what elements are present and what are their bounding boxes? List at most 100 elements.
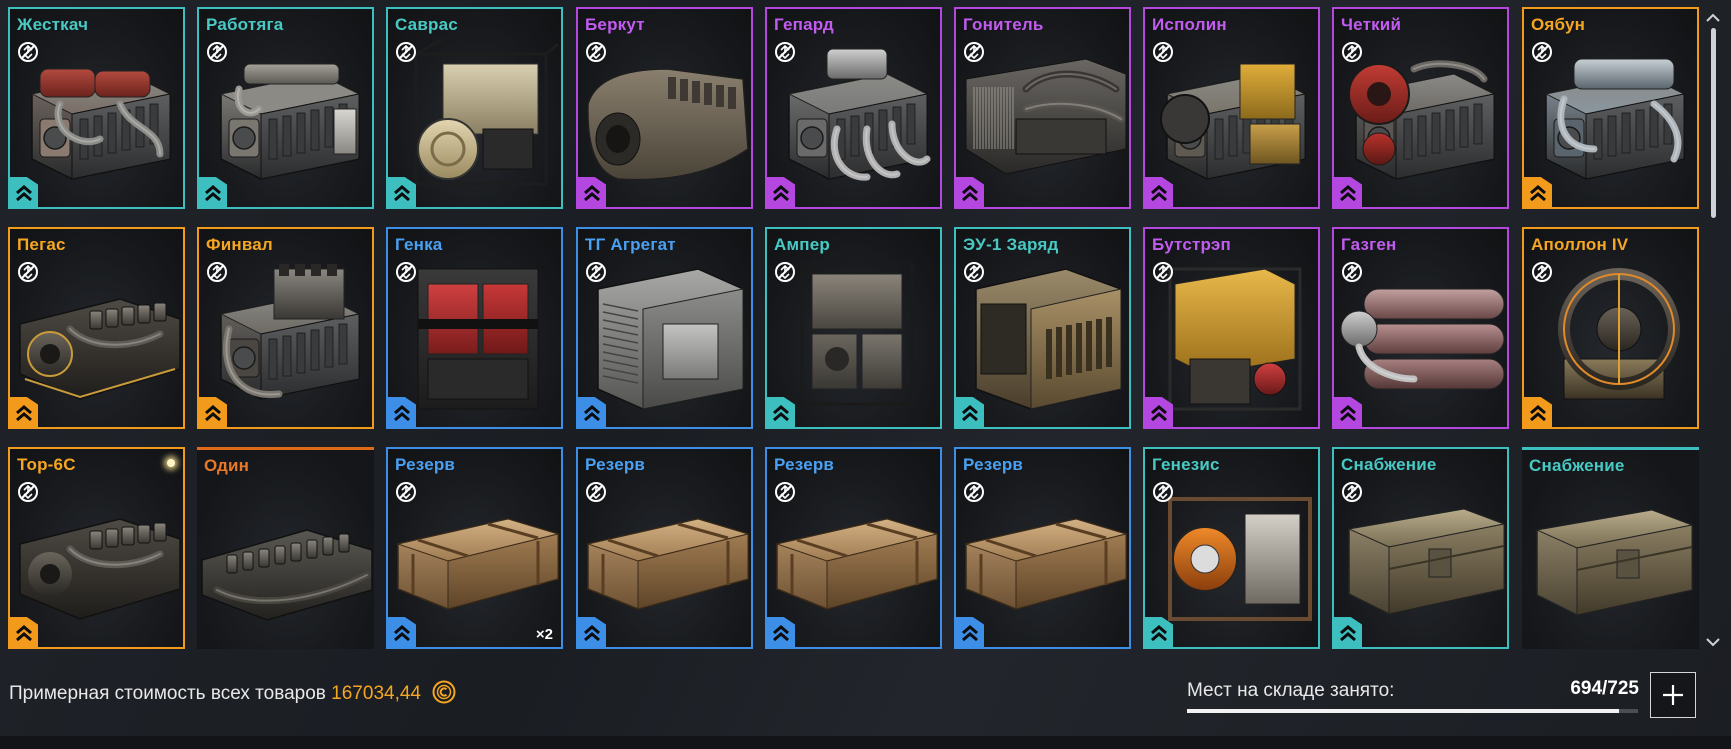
inventory-item-card[interactable]: Пегас — [8, 227, 185, 429]
storage-value: 694/725 — [1570, 678, 1639, 699]
item-name: Снабжение — [1529, 456, 1625, 475]
plus-icon — [1663, 685, 1683, 705]
no-trade-icon — [585, 481, 607, 503]
item-image — [219, 264, 361, 400]
item-name: Аполлон IV — [1531, 235, 1629, 254]
item-name: Исполин — [1152, 15, 1227, 34]
item-name: Пегас — [17, 235, 66, 254]
inventory-item-card[interactable]: Гепард — [765, 7, 942, 209]
no-trade-icon — [17, 41, 39, 63]
no-trade-icon — [1152, 261, 1174, 283]
inventory-item-card[interactable]: Снабжение — [1522, 447, 1699, 649]
item-name: Финвал — [206, 235, 273, 254]
no-trade-icon — [963, 481, 985, 503]
item-quantity: ×2 — [535, 626, 553, 643]
item-name: Резерв — [774, 455, 835, 474]
inventory-item-card[interactable]: Резерв — [576, 447, 753, 649]
no-trade-icon — [774, 41, 796, 63]
inventory-item-card[interactable]: Один — [197, 447, 374, 649]
inventory-item-card[interactable]: Генка — [386, 227, 563, 429]
inventory-item-card[interactable]: Снабжение — [1332, 447, 1509, 649]
no-trade-icon — [774, 261, 796, 283]
scroll-thumb[interactable] — [1711, 28, 1716, 218]
inventory-item-card[interactable]: Резерв — [954, 447, 1131, 649]
no-trade-icon — [395, 481, 417, 503]
item-image — [1160, 63, 1307, 180]
item-name: Снабжение — [1341, 455, 1437, 474]
no-trade-icon — [17, 481, 39, 503]
item-name: Один — [204, 456, 250, 475]
inventory-item-card[interactable]: Гонитель — [954, 7, 1131, 209]
inventory-item-card[interactable]: Резерв ×2 — [386, 447, 563, 649]
item-name: Резерв — [585, 455, 646, 474]
no-trade-icon — [1341, 261, 1363, 283]
item-name: ЭУ-1 Заряд — [963, 235, 1059, 254]
inventory-item-card[interactable]: Генезис — [1143, 447, 1320, 649]
item-name: Ампер — [774, 235, 830, 254]
item-image — [396, 518, 560, 610]
inventory-item-card[interactable]: Оябун — [1522, 7, 1699, 209]
total-value-text: Примерная стоимость всех товаров 167034,… — [9, 680, 456, 705]
expand-storage-button[interactable] — [1650, 672, 1696, 718]
item-image — [800, 262, 914, 406]
item-name: ТГ Агрегат — [585, 235, 676, 254]
inventory-item-card[interactable]: Исполин — [1143, 7, 1320, 209]
item-image — [1340, 288, 1505, 390]
item-image — [964, 518, 1128, 610]
inventory-item-card[interactable]: Аполлон IV — [1522, 227, 1699, 429]
storage-label: Мест на складе занято: — [1187, 680, 1395, 701]
inventory-item-card[interactable]: Жесткач — [8, 7, 185, 209]
inventory-item-card[interactable]: Газген — [1332, 227, 1509, 429]
item-image — [1168, 497, 1312, 621]
item-image — [219, 63, 361, 180]
item-image — [19, 298, 181, 400]
no-trade-icon — [1152, 481, 1174, 503]
inventory-item-card[interactable]: Работяга — [197, 7, 374, 209]
item-image — [965, 58, 1127, 175]
item-image — [19, 518, 181, 620]
item-image — [1168, 267, 1302, 411]
item-image — [787, 48, 931, 181]
item-image — [1535, 509, 1694, 616]
item-grid: Жесткач Работяга Саврас Беркут Гепард Го… — [0, 0, 1710, 650]
item-image — [1558, 268, 1680, 400]
item-name: Жесткач — [17, 15, 89, 34]
item-image — [30, 68, 172, 180]
inventory-item-card[interactable]: Саврас — [386, 7, 563, 209]
total-value-amount: 167034,44 — [331, 683, 421, 704]
inventory-item-card[interactable]: Финвал — [197, 227, 374, 429]
item-name: Резерв — [963, 455, 1024, 474]
inventory-item-card[interactable]: ЭУ-1 Заряд — [954, 227, 1131, 429]
inventory-item-card[interactable]: ТГ Агрегат — [576, 227, 753, 429]
no-trade-icon — [1341, 481, 1363, 503]
item-image — [417, 268, 539, 410]
inventory-item-card[interactable]: Беркут — [576, 7, 753, 209]
inventory-item-card[interactable]: Бутстрэп — [1143, 227, 1320, 429]
scrollbar[interactable] — [1703, 10, 1723, 650]
item-name: Работяга — [206, 15, 284, 34]
item-name: Генезис — [1152, 455, 1220, 474]
item-image — [775, 518, 939, 610]
no-trade-icon — [206, 261, 228, 283]
no-trade-icon — [963, 261, 985, 283]
item-name: Тор-6С — [17, 455, 76, 474]
item-name: Бутстрэп — [1152, 235, 1231, 254]
no-trade-icon — [774, 481, 796, 503]
item-name: Четкий — [1341, 15, 1402, 34]
total-value-label: Примерная стоимость всех товаров — [9, 683, 326, 704]
inventory-item-card[interactable]: Резерв — [765, 447, 942, 649]
inventory-item-card[interactable]: Ампер — [765, 227, 942, 429]
no-trade-icon — [395, 261, 417, 283]
chevron-down-icon[interactable] — [1703, 634, 1723, 650]
no-trade-icon — [1152, 41, 1174, 63]
item-name: Саврас — [395, 15, 458, 34]
no-trade-icon — [585, 261, 607, 283]
inventory-item-card[interactable]: Четкий — [1332, 7, 1509, 209]
item-image — [1347, 508, 1506, 615]
item-name: Резерв — [395, 455, 456, 474]
inventory-item-card[interactable]: Тор-6С — [8, 447, 185, 649]
item-image — [587, 68, 749, 181]
chevron-up-icon[interactable] — [1703, 10, 1723, 26]
item-name: Беркут — [585, 15, 645, 34]
item-name: Газген — [1341, 235, 1397, 254]
